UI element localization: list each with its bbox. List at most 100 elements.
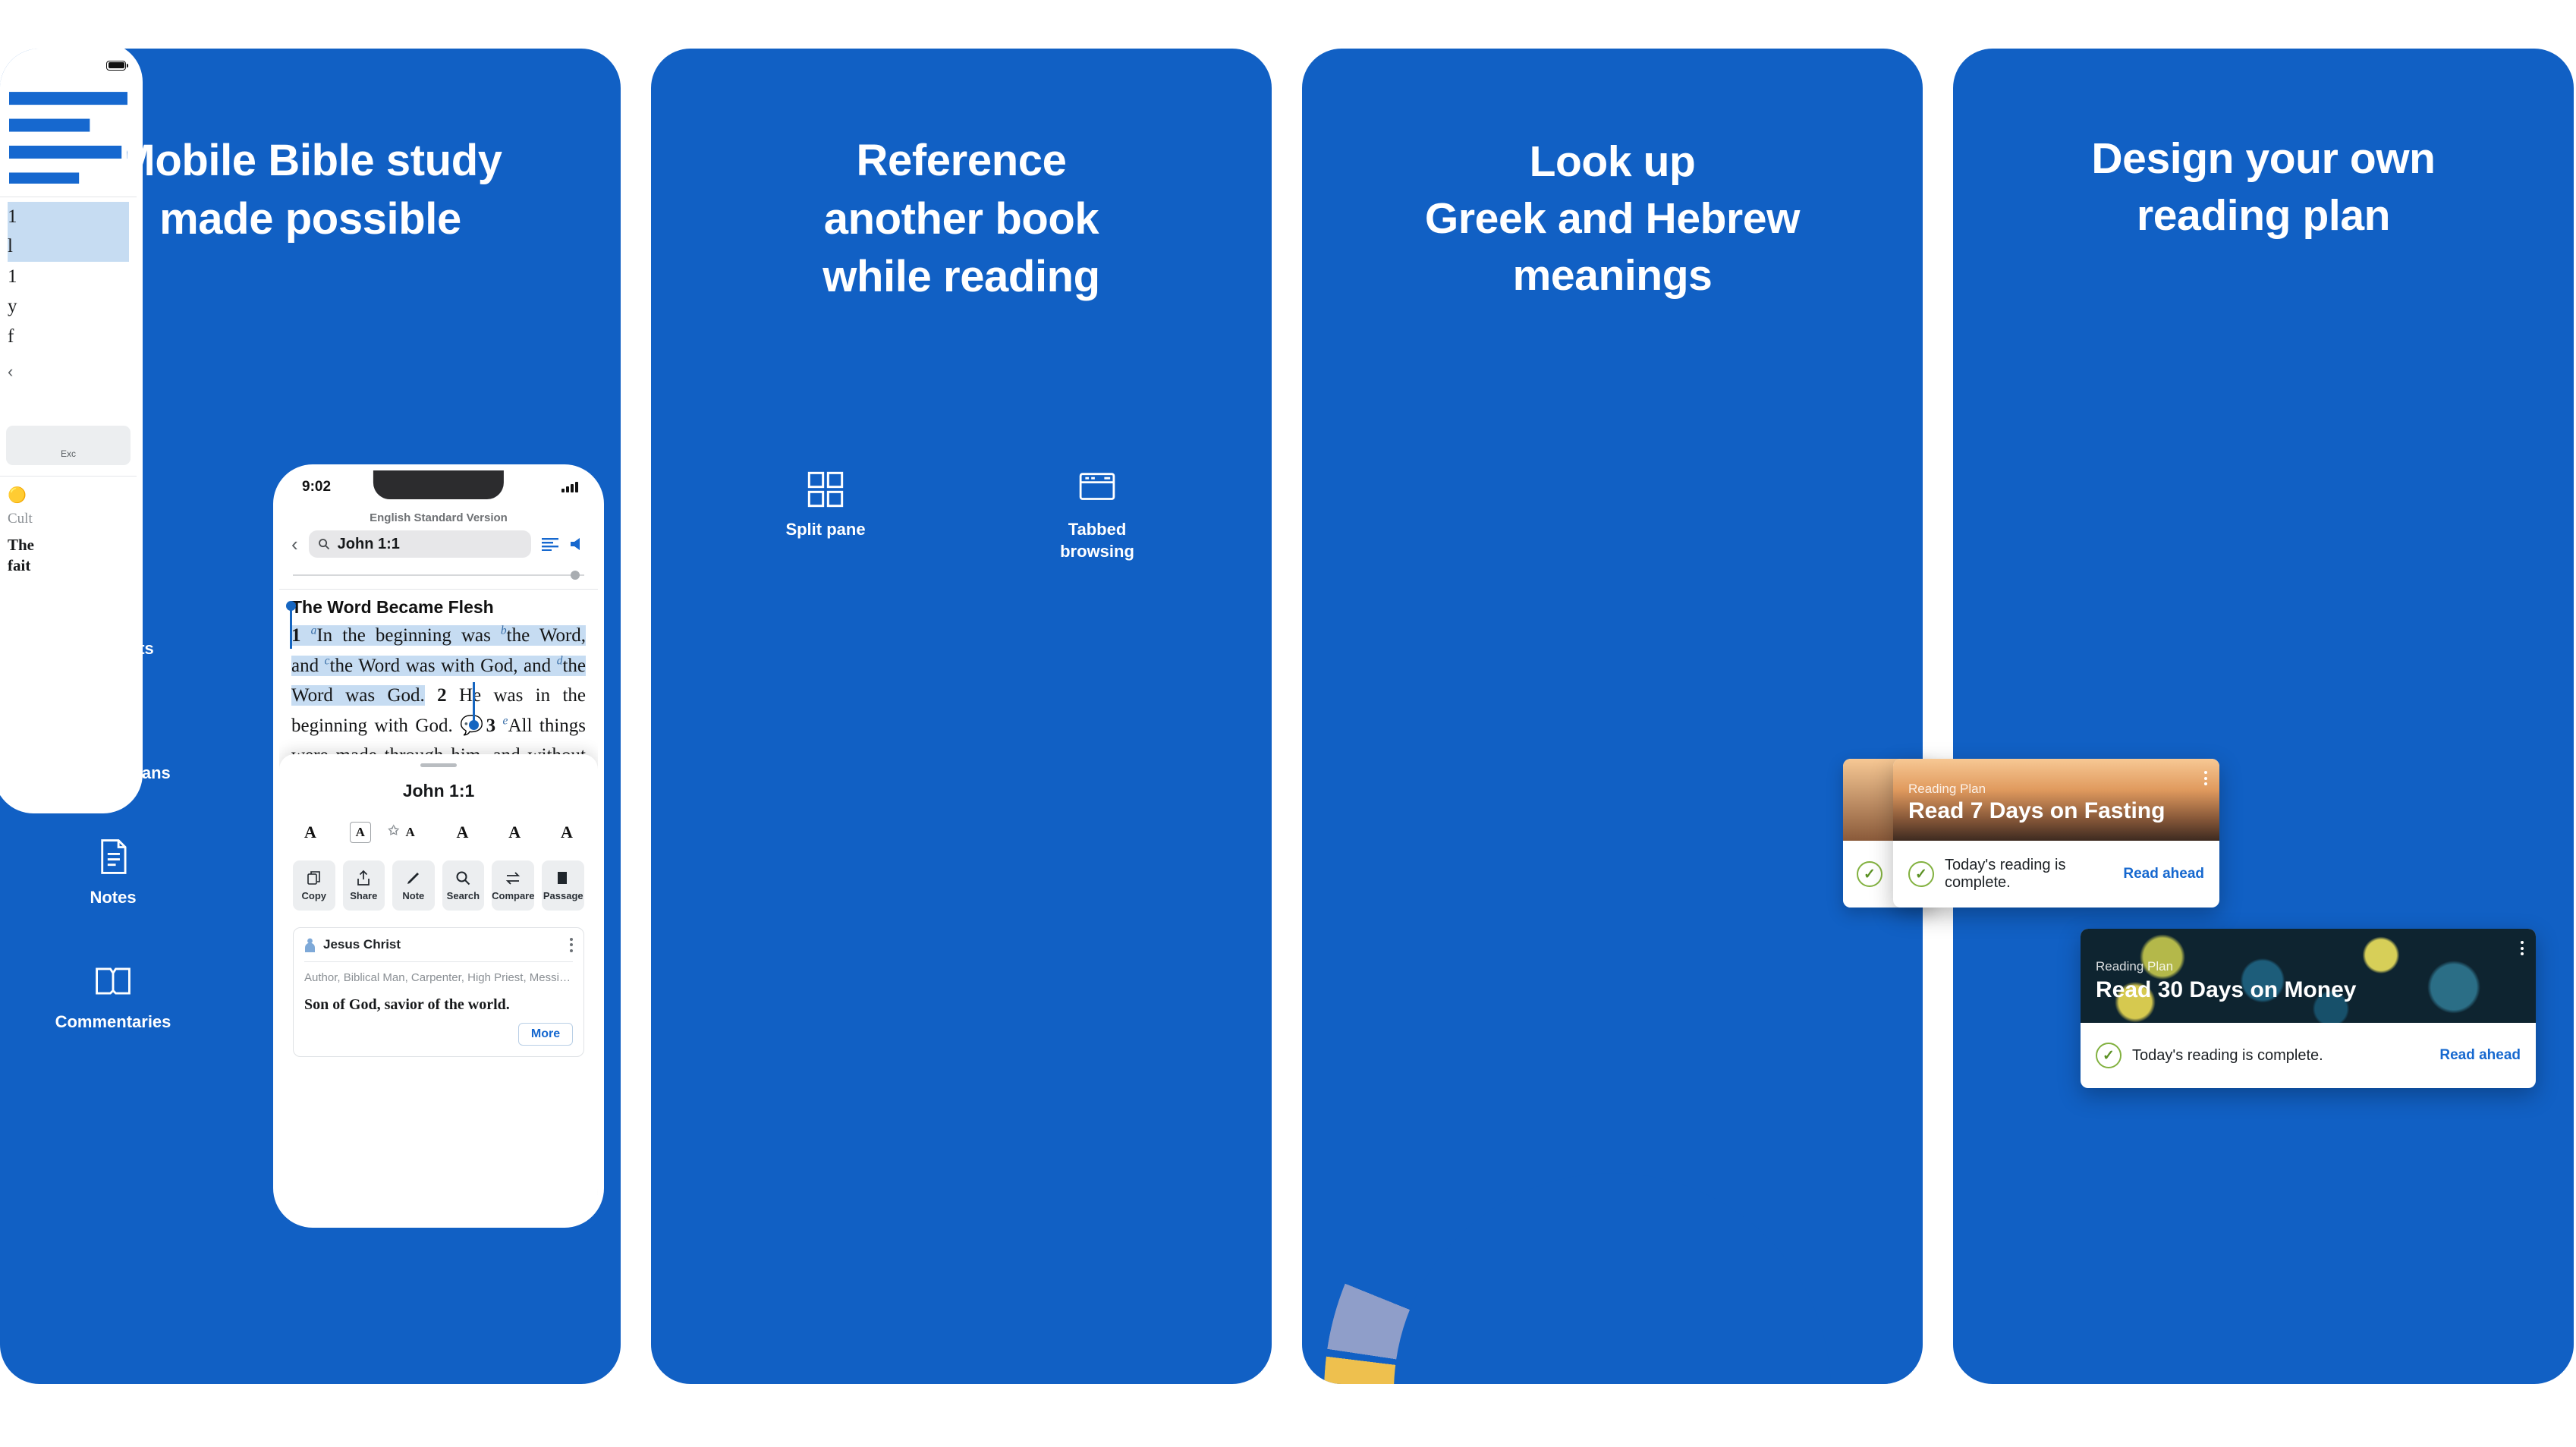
sheet-title: John 1:1 xyxy=(402,781,475,801)
back-chevron-icon[interactable]: ‹ xyxy=(291,534,298,554)
float-card-read-7-days-on-fasting[interactable]: Reading Plan Read 7 Days on Fasting ✓ To… xyxy=(1893,759,2219,908)
feature-highlights[interactable]: Highlights xyxy=(41,589,185,659)
kebab-menu-icon[interactable] xyxy=(2521,941,2524,955)
decorative-color-arc xyxy=(1324,1103,1901,1384)
plan-status: Today's reading is complete. xyxy=(1945,857,2066,891)
tool-label: Copy xyxy=(301,890,327,901)
plan-hero-image: Reading Plan Read 7 Days on Fasting xyxy=(1893,759,2219,841)
kebab-menu-icon[interactable] xyxy=(570,937,573,952)
highlight-yellow-2[interactable]: A xyxy=(553,821,580,844)
read-ahead-link[interactable]: Read ahead xyxy=(2123,866,2204,882)
speaker-icon[interactable] xyxy=(569,536,586,552)
chapter-heading: The Word Became Flesh xyxy=(291,597,494,617)
search-button[interactable]: Search xyxy=(442,860,485,911)
tool-label: Compare xyxy=(492,890,535,901)
panel-mobile-bible-study: Mobile Bible study made possible Highlig… xyxy=(0,49,621,1384)
check-circle-icon: ✓ xyxy=(1908,861,1934,887)
share-icon xyxy=(355,870,372,886)
divider xyxy=(304,961,573,962)
person-icon xyxy=(304,938,316,952)
plan-kicker: Reading Plan xyxy=(2096,959,2174,974)
panel-4-heading: Design your own reading plan xyxy=(2091,134,2436,241)
feature-label: Commentaries xyxy=(55,1012,171,1031)
feature-row: Split pane Tabbed browsing xyxy=(651,470,1272,562)
panel-2-heading: Reference another book while reading xyxy=(822,136,1100,302)
pencil-icon xyxy=(405,870,422,886)
factbook-name: Jesus Christ xyxy=(323,937,401,952)
reader-nav-row: ‹ John 1:1 xyxy=(279,527,598,558)
share-button[interactable]: Share xyxy=(342,860,385,911)
read-ahead-link[interactable]: Read ahead xyxy=(2439,1047,2521,1064)
tool-label: Passage xyxy=(543,890,583,901)
highlight-star[interactable]: A xyxy=(388,821,423,844)
passage-button[interactable]: Passage xyxy=(542,860,585,911)
feature-reading-plans[interactable]: Reading Plans xyxy=(41,713,185,783)
status-time: 9:02 xyxy=(302,479,332,495)
tool-label: Search xyxy=(446,890,480,901)
factbook-description: Son of God, savior of the world. xyxy=(304,996,510,1013)
plan-title: Read 30 Days on Money xyxy=(2096,977,2357,1002)
grid-four-icon xyxy=(807,470,845,508)
phone-bible-reader: 9:02 English Standard Version ‹ John 1:1 xyxy=(279,470,598,1222)
reading-progress-slider[interactable] xyxy=(293,569,584,581)
panel-reference-another-book: Reference another book while reading Spl… xyxy=(651,49,1272,1384)
plan-status: Today's reading is complete. xyxy=(2132,1046,2323,1064)
passage-icon xyxy=(555,870,571,886)
float-card-read-30-days-on-money[interactable]: Reading Plan Read 30 Days on Money ✓ Tod… xyxy=(2081,929,2536,1088)
feature-label: Split pane xyxy=(785,520,866,539)
app-store-screenshot-set: Mobile Bible study made possible Highlig… xyxy=(0,0,2576,1447)
feature-label: Highlights xyxy=(72,639,154,658)
more-button[interactable]: More xyxy=(518,1023,573,1046)
signal-icon xyxy=(561,482,578,492)
feature-tabbed-browsing[interactable]: Tabbed browsing xyxy=(1036,470,1158,562)
align-icon[interactable] xyxy=(542,537,558,552)
slider-knob[interactable] xyxy=(571,571,580,580)
search-value: John 1:1 xyxy=(337,535,400,552)
highlight-yellow[interactable]: A xyxy=(297,821,324,844)
note-button[interactable]: Note xyxy=(392,860,435,911)
factbook-card: Jesus Christ Author, Biblical Man, Carpe… xyxy=(293,927,584,1057)
verse-tool-row: Copy Share Note Search Compare Passage xyxy=(293,860,585,911)
verse-action-sheet: John 1:1 A A A A A A Copy Sh xyxy=(279,754,598,1222)
highlight-box[interactable]: A xyxy=(349,822,371,843)
feature-label: Notes xyxy=(90,888,137,907)
highlight-purple[interactable]: A xyxy=(501,821,528,844)
status-bar: 9:02 xyxy=(279,470,598,504)
tool-label: Note xyxy=(402,890,425,901)
selection-handle-start[interactable] xyxy=(286,601,296,649)
bible-version-label: English Standard Version xyxy=(370,511,508,524)
highlight-orange[interactable]: A xyxy=(448,821,477,844)
tool-label: Share xyxy=(350,890,378,901)
feature-notes[interactable]: Notes xyxy=(41,838,185,908)
panel-design-reading-plan: Design your own reading plan 12:05 xyxy=(1953,49,2574,1384)
kebab-menu-icon[interactable] xyxy=(2204,771,2207,785)
highlighter-icon xyxy=(91,589,135,627)
sheet-grabber[interactable] xyxy=(420,763,457,767)
feature-label: Reading Plans xyxy=(55,763,171,782)
panel-1-heading: Mobile Bible study made possible xyxy=(118,136,502,244)
note-page-icon xyxy=(91,838,135,876)
browser-window-icon xyxy=(1078,470,1116,504)
feature-commentaries[interactable]: Commentaries xyxy=(41,962,185,1032)
search-icon xyxy=(318,538,330,550)
panel-3-heading: Look up Greek and Hebrew meanings xyxy=(1424,137,1801,300)
highlight-swatch-row: A A A A A A xyxy=(297,821,580,844)
compare-button[interactable]: Compare xyxy=(492,860,535,911)
passage-search-input[interactable]: John 1:1 xyxy=(308,530,531,558)
feature-label: Tabbed browsing xyxy=(1060,520,1134,561)
factbook-tags: Author, Biblical Man, Carpenter, High Pr… xyxy=(304,971,571,984)
copy-icon xyxy=(306,870,322,886)
selection-handle-end[interactable] xyxy=(469,682,479,730)
plan-hero-image: Reading Plan Read 30 Days on Money xyxy=(2081,929,2536,1023)
copy-button[interactable]: Copy xyxy=(293,860,335,911)
feature-split-pane[interactable]: Split pane xyxy=(765,470,886,562)
compare-arrows-icon xyxy=(505,870,521,886)
plan-kicker: Reading Plan xyxy=(1908,782,1986,796)
panel-greek-hebrew-lookup: Look up Greek and Hebrew meanings 3:23 B… xyxy=(1302,49,1923,1384)
plan-title: Read 7 Days on Fasting xyxy=(1908,798,2166,823)
search-icon xyxy=(454,870,471,886)
check-circle-icon: ✓ xyxy=(1857,861,1882,887)
feature-rail: Highlights Reading Plans Notes Commentar… xyxy=(41,589,185,1032)
calendar-icon xyxy=(91,713,135,751)
check-circle-icon: ✓ xyxy=(2096,1043,2122,1068)
